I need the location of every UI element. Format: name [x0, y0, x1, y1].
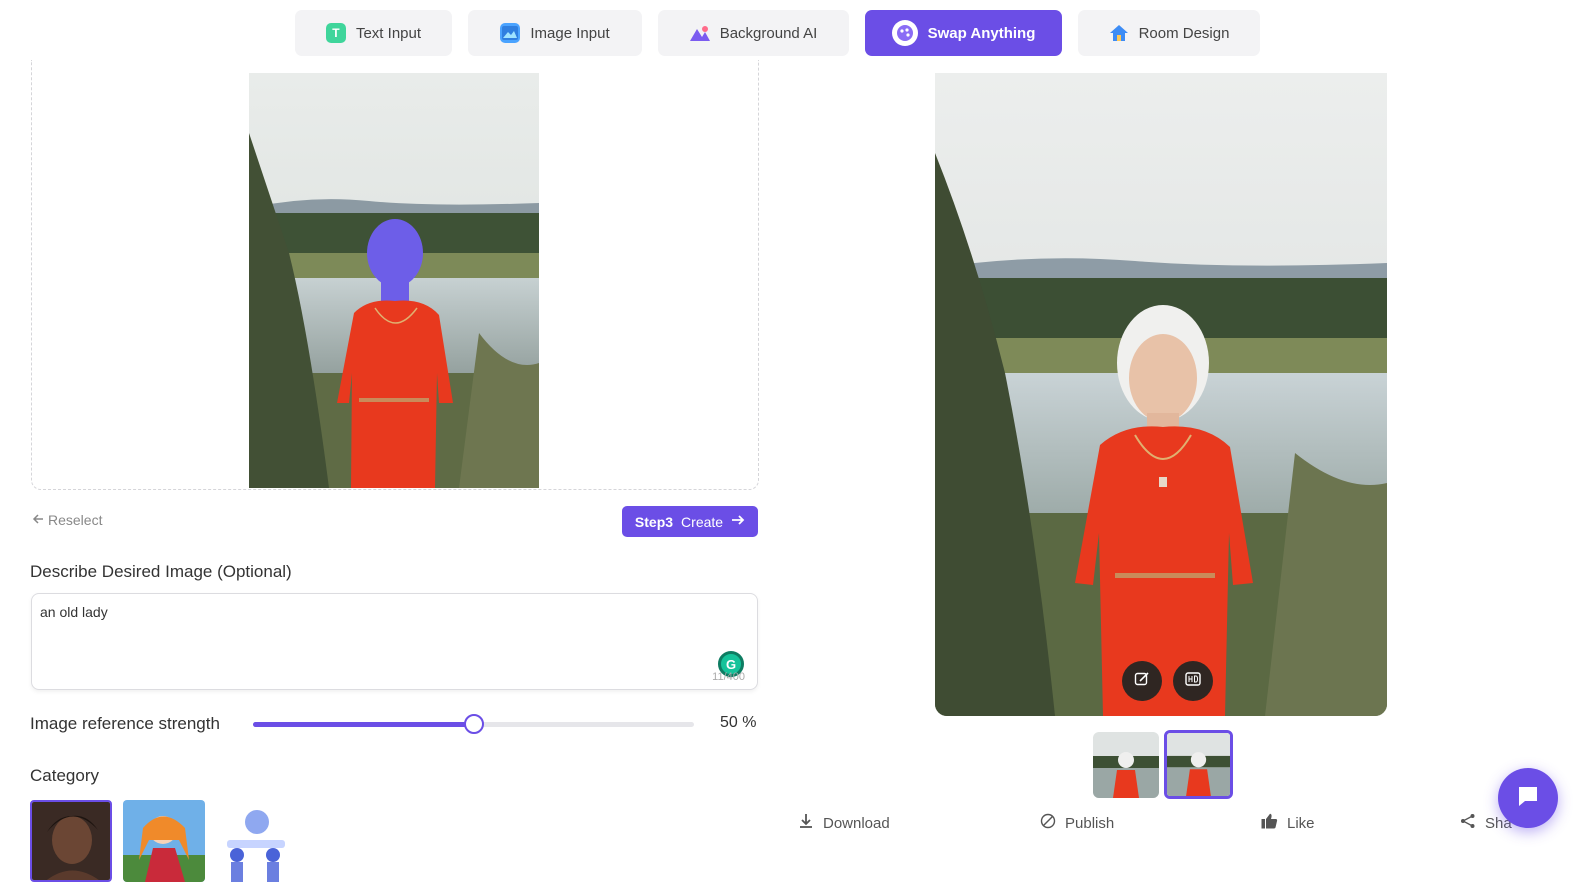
like-label: Like [1287, 814, 1315, 832]
result-thumb-2[interactable] [1164, 730, 1233, 799]
reselect-label: Reselect [48, 512, 103, 528]
chat-support-button[interactable] [1498, 768, 1558, 828]
tab-label: Image Input [530, 24, 610, 42]
edit-image-button[interactable] [1122, 661, 1162, 701]
hd-upscale-button[interactable] [1173, 661, 1213, 701]
publish-button[interactable]: Publish [1040, 813, 1114, 833]
hd-icon [1185, 671, 1201, 691]
tab-label: Swap Anything [927, 24, 1036, 42]
mode-tabs: T Text Input Image Input Background AI S… [0, 10, 1578, 56]
background-ai-icon [689, 23, 710, 43]
publish-label: Publish [1065, 814, 1115, 832]
tab-label: Background AI [719, 24, 818, 42]
reselect-link[interactable]: Reselect [32, 512, 102, 528]
tab-swap-anything[interactable]: Swap Anything [865, 10, 1062, 56]
room-design-icon [1109, 23, 1129, 43]
chat-icon [1516, 784, 1540, 813]
like-button[interactable]: Like [1261, 813, 1315, 833]
create-label: Create [681, 513, 724, 530]
source-image-masked[interactable] [249, 73, 539, 488]
describe-label: Describe Desired Image (Optional) [30, 562, 292, 581]
publish-icon [1040, 813, 1056, 833]
char-counter: 11/400 [712, 671, 745, 683]
result-thumb-1[interactable] [1093, 732, 1159, 798]
download-button[interactable]: Download [798, 813, 890, 833]
tab-label: Text Input [355, 24, 422, 42]
strength-value: 50 % [720, 714, 757, 731]
create-button[interactable]: Step3 Create [622, 506, 758, 537]
tab-label: Room Design [1138, 24, 1230, 42]
create-step-label: Step3 [634, 513, 674, 530]
image-input-icon [500, 23, 521, 43]
category-thumb-portrait[interactable] [30, 800, 112, 882]
arrow-right-icon [731, 513, 745, 530]
strength-slider-thumb[interactable] [463, 714, 484, 734]
edit-icon [1134, 671, 1150, 692]
share-icon [1460, 813, 1476, 833]
tab-text-input[interactable]: T Text Input [295, 10, 452, 56]
download-label: Download [823, 814, 890, 832]
category-thumb-illustration[interactable] [215, 800, 297, 882]
arrow-left-icon [32, 512, 44, 528]
describe-textarea[interactable]: an old lady G 11/400 [31, 593, 758, 690]
strength-slider[interactable] [253, 714, 694, 734]
category-label: Category [30, 766, 99, 785]
strength-slider-fill [253, 722, 474, 727]
thumbs-up-icon [1261, 813, 1278, 833]
strength-label: Image reference strength [30, 714, 220, 733]
result-image[interactable] [935, 73, 1387, 716]
text-input-icon: T [325, 23, 346, 43]
describe-value: an old lady [40, 604, 108, 620]
tab-background-ai[interactable]: Background AI [658, 10, 849, 56]
category-thumb-anime[interactable] [123, 800, 205, 882]
swap-anything-icon [891, 20, 918, 46]
download-icon [798, 813, 814, 833]
tab-image-input[interactable]: Image Input [468, 10, 642, 56]
tab-room-design[interactable]: Room Design [1078, 10, 1260, 56]
